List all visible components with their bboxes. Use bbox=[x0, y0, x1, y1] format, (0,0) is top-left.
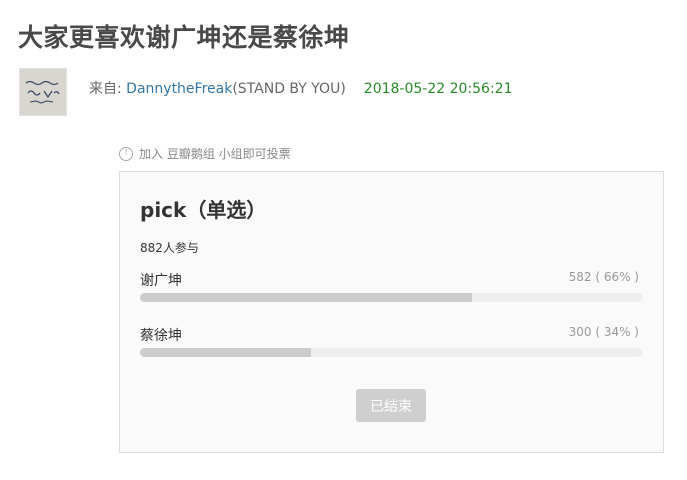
poll-ended-button[interactable]: 已结束 bbox=[356, 389, 426, 422]
author-meta: 来自: DannytheFreak(STAND BY YOU) 2018-05-2… bbox=[89, 78, 512, 98]
from-label: 来自: bbox=[89, 81, 127, 97]
info-icon: ! bbox=[119, 146, 133, 161]
poll-option-stat: 582 ( 66% ) bbox=[568, 270, 639, 284]
page-title: 大家更喜欢谢广坤还是蔡徐坤 bbox=[18, 23, 350, 52]
avatar-image bbox=[20, 69, 66, 115]
avatar[interactable] bbox=[19, 68, 67, 116]
poll-participants: 882人参与 bbox=[140, 241, 199, 255]
poll-option-fill bbox=[140, 348, 312, 357]
author-link[interactable]: DannytheFreak bbox=[126, 81, 232, 97]
poll-option-label: 蔡徐坤 bbox=[140, 328, 182, 344]
post-timestamp: 2018-05-22 20:56:21 bbox=[363, 81, 513, 97]
vote-notice-text: 加入 豆瓣鹅组 小组即可投票 bbox=[139, 147, 291, 161]
poll-option-fill bbox=[140, 293, 472, 302]
poll-option: 谢广坤 582 ( 66% ) bbox=[140, 270, 643, 302]
poll-option-stat: 300 ( 34% ) bbox=[568, 325, 639, 339]
poll-option: 蔡徐坤 300 ( 34% ) bbox=[140, 325, 643, 357]
poll-card: pick（单选） 882人参与 谢广坤 582 ( 66% ) 蔡徐坤 300 … bbox=[119, 171, 664, 453]
poll-option-bar bbox=[140, 348, 643, 357]
poll-option-label: 谢广坤 bbox=[140, 273, 182, 289]
author-group: (STAND BY YOU) bbox=[232, 81, 346, 97]
poll-title: pick（单选） bbox=[140, 198, 267, 222]
vote-notice: ! 加入 豆瓣鹅组 小组即可投票 bbox=[119, 145, 291, 162]
poll-option-bar bbox=[140, 293, 643, 302]
